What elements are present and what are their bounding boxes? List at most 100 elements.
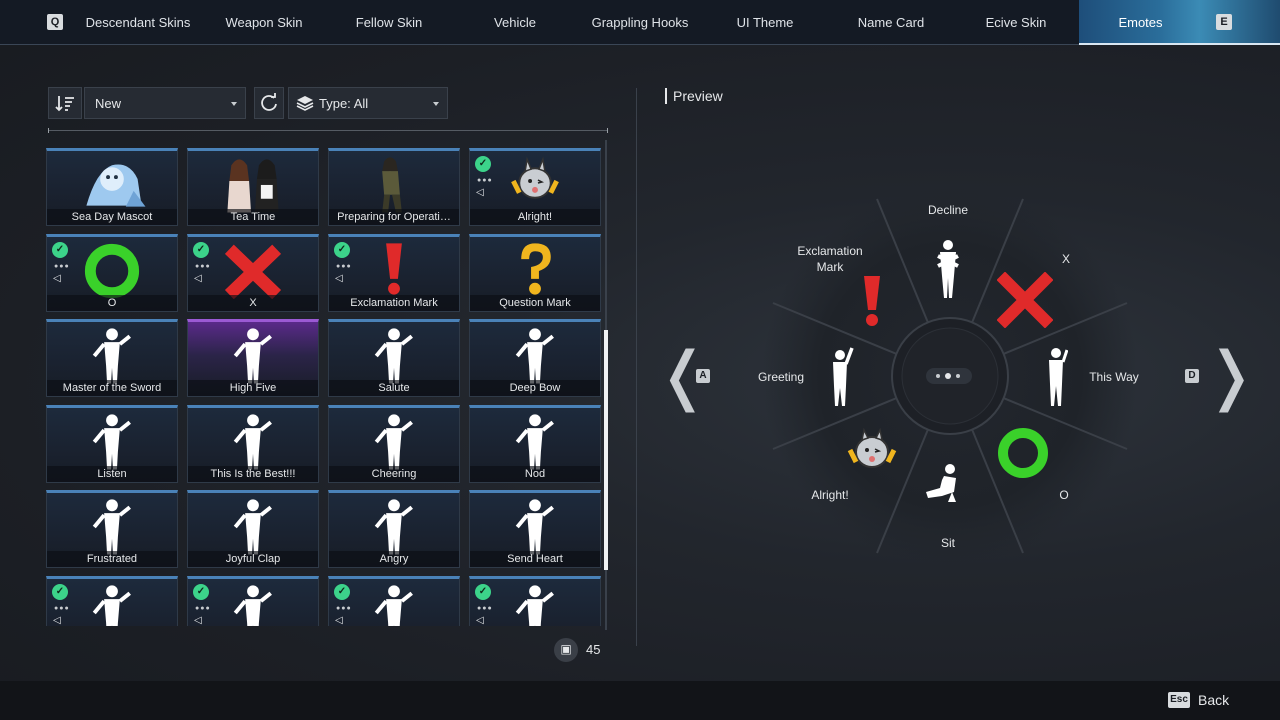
grid-scrollbar-thumb[interactable] (604, 330, 608, 570)
tab-grappling-hooks[interactable]: Grappling Hooks (578, 0, 702, 45)
tab-weapon-skin[interactable]: Weapon Skin (208, 0, 320, 45)
reset-filter-button[interactable] (254, 87, 284, 119)
emote-card[interactable]: ✓ ●●● ◁ (46, 576, 178, 626)
equipped-check-icon: ✓ (52, 242, 68, 258)
emote-card[interactable]: This Is the Best!!! (187, 405, 319, 483)
emote-card-label: Sea Day Mascot (47, 209, 177, 225)
decline-emote-icon (937, 240, 959, 298)
wheel-slot-marker-icon: ◁ (53, 615, 61, 626)
emote-figure-icon (515, 414, 554, 470)
next-preset-key: D (1185, 369, 1199, 383)
wheel-slot-marker-icon: ◁ (53, 273, 61, 284)
emote-card[interactable]: Send Heart (469, 490, 601, 568)
wheel-label-this-way: This Way (1089, 370, 1139, 384)
emote-figure-icon (233, 499, 272, 555)
emote-card-label: Angry (329, 551, 459, 567)
emote-card[interactable]: ✓ ●●● ◁ (187, 576, 319, 626)
wheel-slot-marker-icon: ◁ (476, 187, 484, 198)
emote-card[interactable]: Frustrated (46, 490, 178, 568)
emote-card-label: Master of the Sword (47, 380, 177, 396)
emote-card-label: Question Mark (470, 295, 600, 311)
alright-emote-icon (847, 428, 897, 468)
emote-figure-icon (92, 499, 131, 555)
emote-card-label: Exclamation Mark (329, 295, 459, 311)
wheel-slot-dots-icon: ●●● (477, 177, 493, 184)
emote-card[interactable]: ✓ ●●● ◁ Alright! (469, 148, 601, 226)
panel-divider (636, 88, 637, 646)
sort-dropdown-value: New (95, 96, 122, 111)
category-tab-bar: Q Descendant Skins Weapon Skin Fellow Sk… (0, 0, 1280, 45)
wheel-slot-marker-icon: ◁ (194, 273, 202, 284)
sort-icon (55, 96, 74, 112)
emote-card[interactable]: High Five (187, 319, 319, 397)
emote-card[interactable]: Listen (46, 405, 178, 483)
sort-dropdown[interactable]: New (84, 87, 246, 119)
emote-figure-icon (233, 414, 272, 470)
emote-card[interactable]: ✓ ●●● ◁ X (187, 234, 319, 312)
duo-characters-art-icon (227, 159, 279, 213)
emote-card-label: Listen (47, 466, 177, 482)
emote-card[interactable]: Angry (328, 490, 460, 568)
tab-name-card[interactable]: Name Card (836, 0, 946, 45)
emote-figure-icon (515, 585, 554, 626)
wheel-slot-dots-icon: ●●● (477, 605, 493, 612)
emote-card-label: O (47, 295, 177, 311)
wheel-slot-dots-icon: ●●● (195, 263, 211, 270)
equipped-check-icon: ✓ (52, 584, 68, 600)
emote-card[interactable]: Salute (328, 319, 460, 397)
layers-icon (296, 96, 314, 111)
wheel-label-o: O (1059, 488, 1069, 502)
mascot-art-icon (86, 164, 146, 207)
tab-ecive-skin[interactable]: Ecive Skin (961, 0, 1071, 45)
emote-card[interactable]: ✓ ●●● ◁ (469, 576, 601, 626)
emote-card[interactable]: ✓ ●●● ◁ (328, 576, 460, 626)
owned-count: 45 (586, 642, 601, 657)
type-filter-dropdown[interactable]: Type: All (288, 87, 448, 119)
emote-card[interactable]: Question Mark (469, 234, 601, 312)
wheel-slot-dots-icon: ●●● (54, 263, 70, 270)
next-preset-arrow-icon[interactable]: ❭ (1204, 344, 1258, 408)
tab-descendant-skins[interactable]: Descendant Skins (78, 0, 198, 45)
emote-figure-icon (515, 328, 554, 384)
tab-ui-theme[interactable]: UI Theme (710, 0, 820, 45)
emote-card[interactable]: Master of the Sword (46, 319, 178, 397)
o-emote-icon (998, 428, 1048, 478)
tab-emotes[interactable]: Emotes (1079, 0, 1280, 45)
emote-card-label: Deep Bow (470, 380, 600, 396)
emote-card[interactable]: Sea Day Mascot (46, 148, 178, 226)
equipped-check-icon: ✓ (334, 584, 350, 600)
emote-card-label: X (188, 295, 318, 311)
next-tab-key: E (1216, 14, 1232, 30)
emote-card[interactable]: Joyful Clap (187, 490, 319, 568)
back-button[interactable]: Back (1198, 692, 1229, 708)
prev-tab-key: Q (47, 14, 63, 30)
emote-card[interactable]: Cheering (328, 405, 460, 483)
emote-card[interactable]: Deep Bow (469, 319, 601, 397)
emote-card[interactable]: ✓ ●●● ◁ Exclamation Mark (328, 234, 460, 312)
emote-figure-icon (92, 328, 131, 384)
tab-fellow-skin[interactable]: Fellow Skin (334, 0, 444, 45)
tab-vehicle[interactable]: Vehicle (460, 0, 570, 45)
sit-emote-icon (926, 464, 956, 502)
emote-figure-icon (233, 328, 272, 384)
emote-card-label: Nod (470, 466, 600, 482)
emote-card[interactable]: Nod (469, 405, 601, 483)
wheel-label-decline: Decline (927, 203, 969, 217)
emote-figure-icon (92, 414, 131, 470)
prev-preset-key: A (696, 369, 710, 383)
wheel-label-exclamation-mark: Exclamation Mark (797, 244, 863, 274)
emote-figure-icon (515, 499, 554, 555)
emote-card-label: High Five (188, 380, 318, 396)
emote-card[interactable]: Preparing for Operati… (328, 148, 460, 226)
sort-order-button[interactable] (48, 87, 82, 119)
soldier-art-icon (382, 157, 402, 213)
wheel-label-sit: Sit (940, 536, 955, 550)
emote-figure-icon (92, 585, 131, 626)
emote-card[interactable]: Tea Time (187, 148, 319, 226)
equipped-check-icon: ✓ (193, 584, 209, 600)
preview-title: Preview (665, 88, 723, 104)
emote-card-label: Joyful Clap (188, 551, 318, 567)
emote-card[interactable]: ✓ ●●● ◁ O (46, 234, 178, 312)
emote-card-label: This Is the Best!!! (188, 466, 318, 482)
grid-top-rule (48, 128, 608, 133)
